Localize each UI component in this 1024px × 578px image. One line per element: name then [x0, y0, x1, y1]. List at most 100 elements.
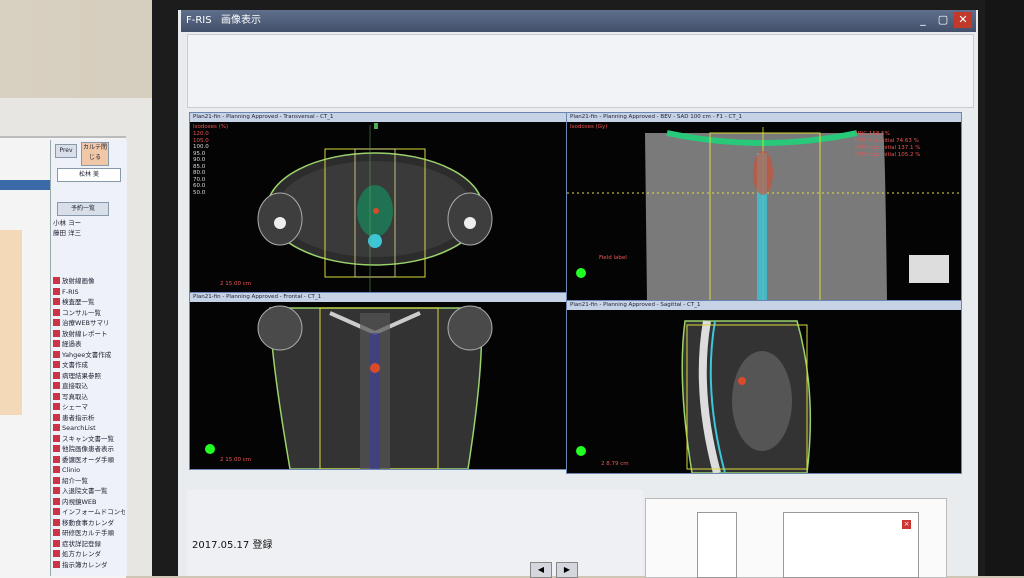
menu-item[interactable]: 症状詳記登録 — [53, 539, 125, 549]
menu-item-icon — [53, 424, 60, 431]
menu-item-label: Clinio — [62, 466, 81, 474]
sagittal-viewport[interactable]: Plan21-fin - Planning Approved - Sagitta… — [566, 300, 962, 474]
list-item[interactable]: 小林 ヨー — [53, 218, 125, 228]
menu-item[interactable]: 患者指示析 — [53, 413, 125, 423]
menu-item-label: 症状詳記登録 — [62, 539, 101, 548]
menu-item-icon — [53, 466, 60, 473]
maximize-button[interactable]: ▢ — [934, 12, 952, 28]
menu-item[interactable]: 指示簿カレンダ — [53, 560, 125, 570]
register-label: 登録 — [252, 540, 273, 551]
menu-item-label: シェーマ — [62, 403, 88, 411]
menu-item-icon — [53, 382, 60, 389]
list-item[interactable]: 藤田 洋三 — [53, 228, 125, 238]
menu-item-label: 入退院文書一覧 — [62, 487, 108, 495]
menu-item-label: 直接取込 — [62, 382, 88, 390]
menu-item-label: 病理結果参照 — [62, 371, 101, 380]
sagittal-image — [576, 320, 812, 473]
window-title: 画像表示 — [221, 15, 261, 26]
prev-button[interactable]: Prev — [55, 144, 77, 158]
menu-item-icon — [53, 308, 60, 316]
legend-entry: PTV min initial 74.63 % — [855, 138, 919, 144]
status-date: 2017.05.17 登録 — [192, 536, 272, 551]
menu-item[interactable]: シェーマ — [53, 402, 125, 412]
menu-item-icon — [53, 560, 60, 568]
menu-item[interactable]: 写真取込 — [53, 392, 125, 402]
date-text: 2017.05.17 — [192, 540, 250, 551]
scale-label: 2 15.00 cm — [220, 281, 252, 287]
menu-item-icon — [53, 392, 60, 400]
menu-item[interactable]: コンサル一覧 — [53, 308, 125, 318]
menu-item-icon — [53, 329, 60, 337]
menu-item[interactable]: 他院画像患者表示 — [53, 444, 125, 454]
menu-item-icon — [53, 487, 60, 494]
thumbnail-close-icon[interactable]: × — [902, 520, 911, 529]
scale-label: 2 15.00 cm — [220, 457, 252, 463]
field-label: Field label — [599, 255, 627, 261]
menu-item-label: 放射線レポート — [62, 329, 108, 338]
menu-item-icon — [53, 287, 60, 295]
app-label: F-RIS — [186, 15, 212, 26]
menu-item-icon — [53, 518, 60, 526]
menu-item-label: 写真取込 — [62, 392, 88, 401]
left-list-highlight — [0, 230, 22, 415]
menu-item-icon — [53, 508, 60, 515]
close-chart-button[interactable]: カルテ閉じる — [81, 142, 109, 166]
menu-item[interactable]: 移動食事カレンダ — [53, 518, 125, 528]
reservation-list-button[interactable]: 予約一覧 — [57, 202, 109, 216]
menu-item[interactable]: インフォームドコンセント — [53, 507, 125, 517]
menu-item-label: 治療WEBサマリ — [62, 319, 110, 327]
menu-item[interactable]: Yahgee文書作成 — [53, 350, 125, 360]
menu-item-label: 放射線画像 — [62, 277, 95, 285]
menu-item-icon — [53, 529, 60, 536]
menu-item[interactable]: 経過表 — [53, 339, 125, 349]
menu-item[interactable]: 治療WEBサマリ — [53, 318, 125, 328]
frontal-viewport[interactable]: Plan21-fin - Planning Approved - Frontal… — [189, 292, 567, 470]
menu-item-label: SearchList — [62, 424, 96, 432]
menu-item-icon — [53, 319, 60, 326]
menu-item-icon — [53, 371, 60, 379]
menu-item-icon — [53, 350, 60, 358]
menu-item-icon — [53, 476, 60, 484]
legend-entry: PTV max initial 137.1 % — [855, 145, 921, 151]
left-header-bar — [0, 180, 52, 190]
menu-item[interactable]: 放射線画像 — [53, 276, 125, 286]
bev-viewport[interactable]: Plan21-fin - Planning Approved - BEV - S… — [566, 112, 962, 302]
menu-item[interactable]: 処方カレンダ — [53, 549, 125, 559]
menu-item[interactable]: 放射線レポート — [53, 329, 125, 339]
menu-item-icon — [53, 403, 60, 410]
menu-item-icon — [53, 340, 60, 347]
menu-item[interactable]: 研修医カルテ手順 — [53, 528, 125, 538]
menu-item[interactable]: F-RIS — [53, 287, 125, 297]
menu-item[interactable]: 紹介一覧 — [53, 476, 125, 486]
menu-item[interactable]: 入退院文書一覧 — [53, 486, 125, 496]
menu-item-label: F-RIS — [62, 287, 79, 296]
menu-item-icon — [53, 497, 60, 505]
menu-item-icon — [53, 277, 60, 284]
frontal-image — [205, 305, 493, 469]
patient-name-field: 松林 美 — [57, 168, 121, 182]
legend-entry: MRC 158.5% — [855, 131, 890, 137]
menu-item[interactable]: 検査歴一覧 — [53, 297, 125, 307]
menu-item-label: 委譲医オーダ手順 — [62, 455, 114, 464]
scale-label: 2 8.79 cm — [601, 461, 629, 467]
menu-item[interactable]: 文書作成 — [53, 360, 125, 370]
menu-item[interactable]: SearchList — [53, 423, 125, 433]
menu-item[interactable]: Clinio — [53, 465, 125, 475]
transversal-viewport[interactable]: Plan21-fin - Planning Approved - Transve… — [189, 112, 567, 294]
minimize-button[interactable]: _ — [914, 12, 932, 28]
menu-item-label: 他院画像患者表示 — [62, 445, 114, 453]
menu-item-icon — [53, 434, 60, 442]
menu-item-icon — [53, 539, 60, 547]
legend-entry: PTV max initial 105.2 % — [855, 152, 921, 158]
close-button[interactable]: ✕ — [954, 12, 972, 28]
menu-item[interactable]: 内視鏡WEB — [53, 497, 125, 507]
menu-item[interactable]: 直接取込 — [53, 381, 125, 391]
thumbnail-calendar[interactable] — [783, 512, 919, 578]
thumbnail-panel[interactable] — [697, 512, 737, 578]
menu-item-icon — [53, 550, 60, 557]
menu-item[interactable]: 病理結果参照 — [53, 371, 125, 381]
window-titlebar: F-RIS 画像表示 _ ▢ ✕ — [181, 10, 976, 32]
menu-item[interactable]: 委譲医オーダ手順 — [53, 455, 125, 465]
menu-item[interactable]: スキャン文書一覧 — [53, 434, 125, 444]
menu-item-icon — [53, 361, 60, 368]
